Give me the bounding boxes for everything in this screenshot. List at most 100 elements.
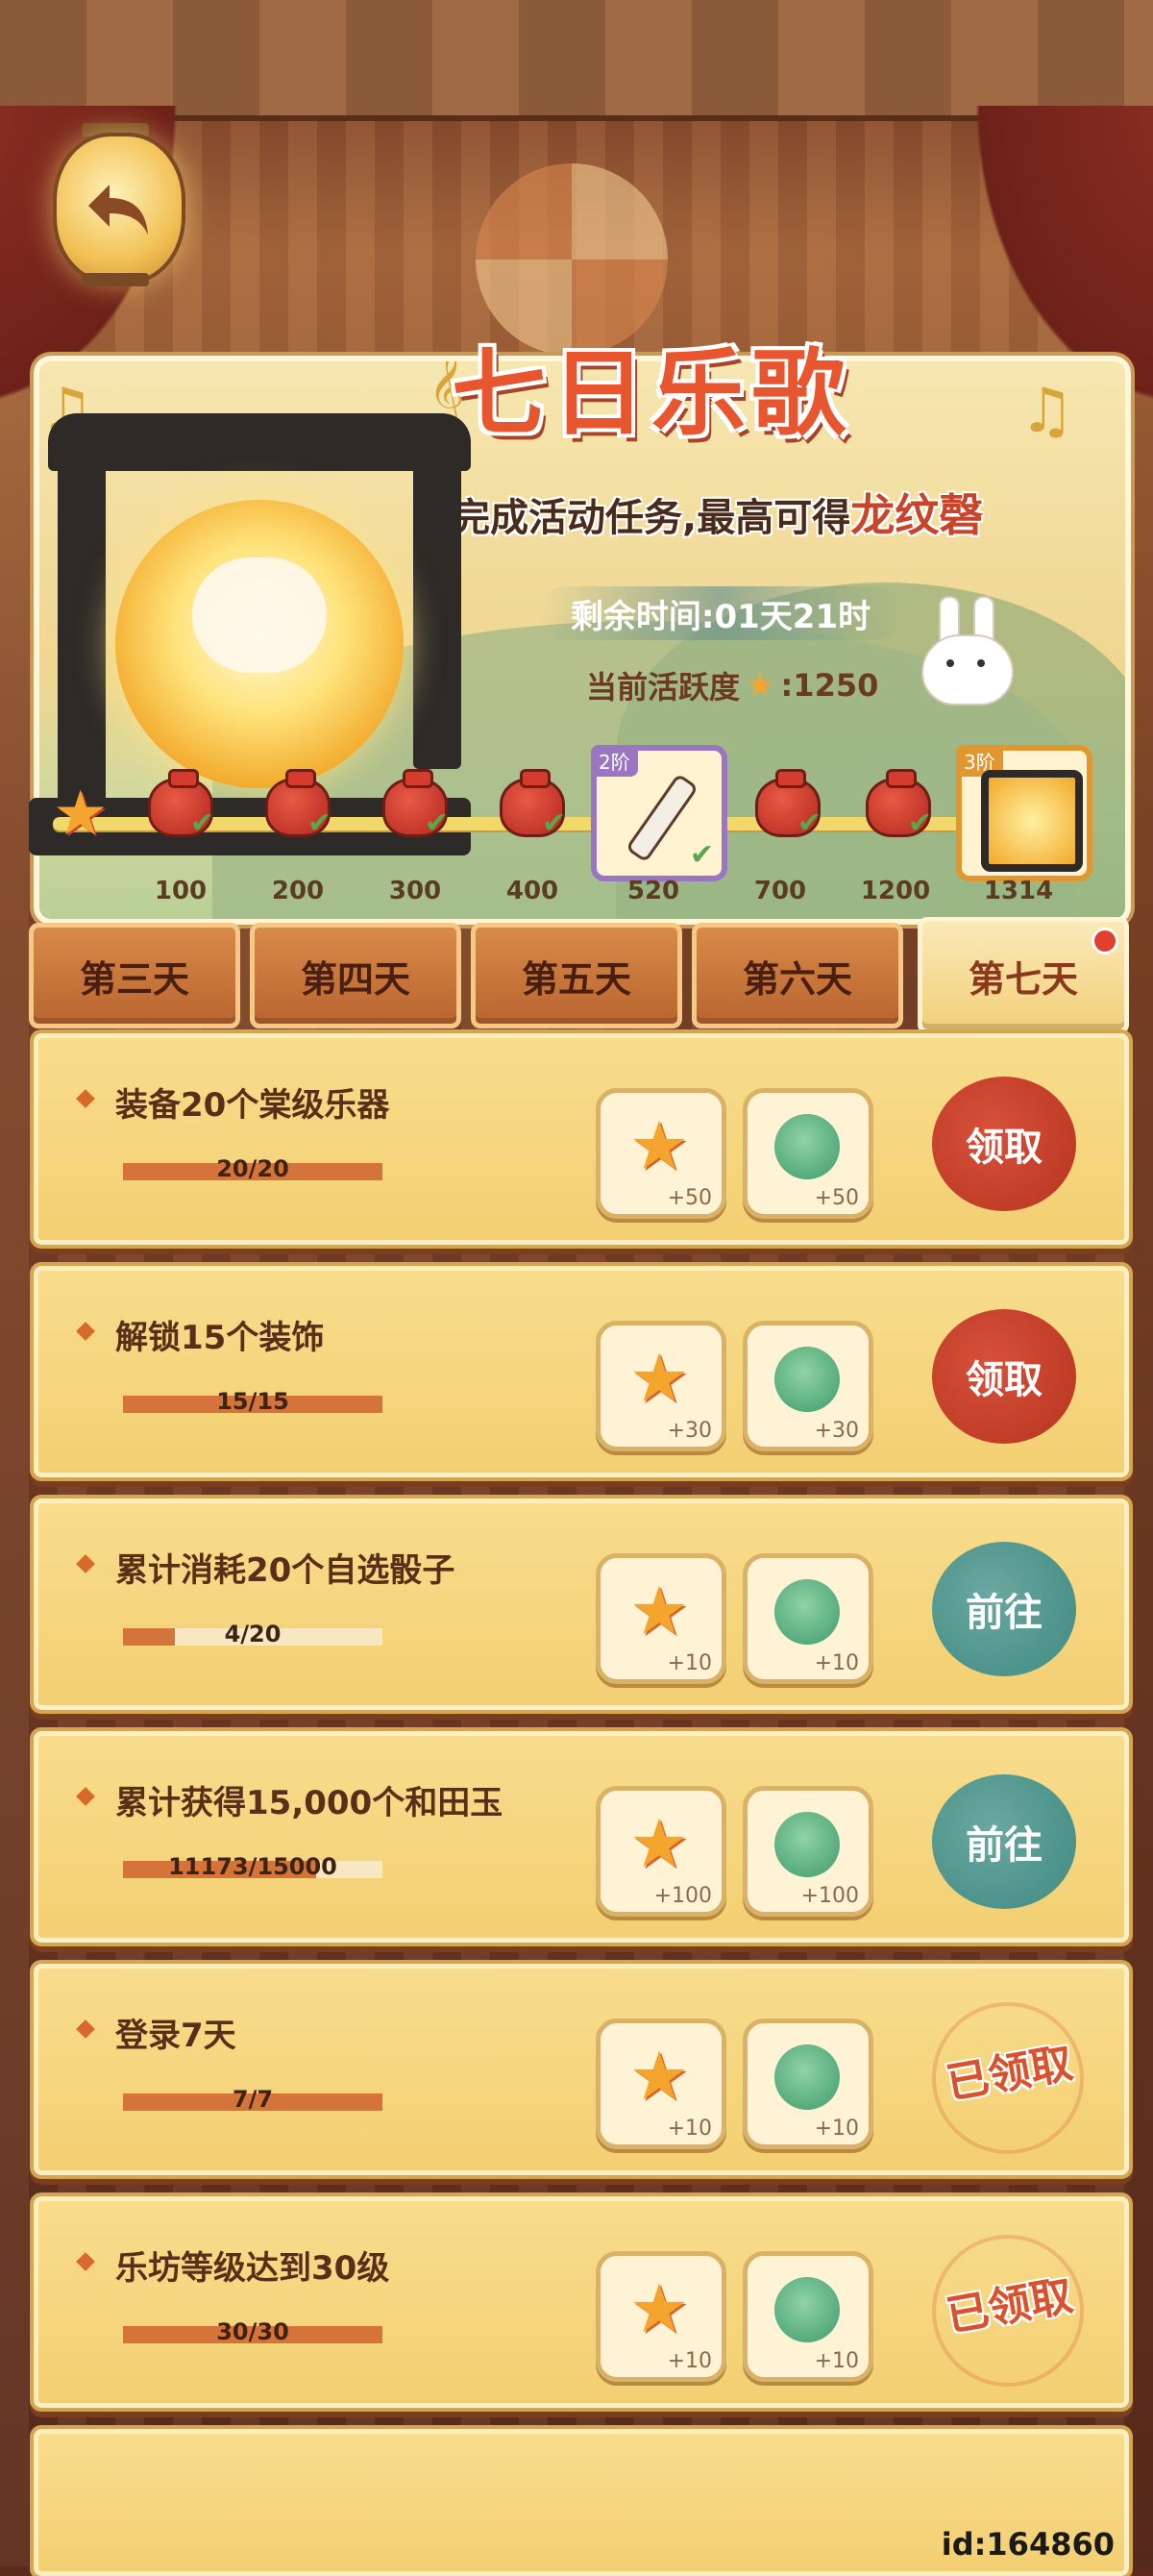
jade-icon xyxy=(774,2277,840,2342)
task-progress-text: 15/15 xyxy=(216,1388,289,1415)
jade-icon xyxy=(774,2044,840,2110)
reward-count: +10 xyxy=(814,2349,859,2373)
day-tabs: 第三天 第四天 第五天 第六天 第七天 xyxy=(29,917,1134,1034)
jade-icon xyxy=(774,1579,840,1645)
lucky-bag-icon: ✔ xyxy=(265,769,331,840)
milestone-reward-flute[interactable]: 2阶 ✔ xyxy=(591,745,727,881)
bullet-diamond-icon xyxy=(76,1322,95,1341)
activity-value: :1250 xyxy=(780,667,879,704)
reward-jade[interactable]: +100 xyxy=(743,1786,873,1917)
milestone-reward-gong[interactable]: 3阶 xyxy=(956,745,1092,881)
task-title: 登录7天 xyxy=(115,2017,236,2055)
claim-button[interactable]: 领取 xyxy=(932,1077,1076,1211)
task-card: 登录7天 7/7 ★ +10 +10 已领取 xyxy=(34,1964,1129,2175)
star-icon: ★ xyxy=(628,2037,690,2116)
gong-frame-top xyxy=(48,413,471,471)
reward-count: +100 xyxy=(653,1884,712,1908)
milestone-reward-bag[interactable]: ✔ xyxy=(860,769,937,846)
reward-count: +30 xyxy=(667,1419,712,1443)
task-title: 解锁15个装饰 xyxy=(115,1319,325,1357)
reward-jade[interactable]: +30 xyxy=(743,1321,873,1451)
tab-day-4[interactable]: 第四天 xyxy=(250,923,461,1028)
check-icon: ✔ xyxy=(541,806,566,840)
bullet-diamond-icon xyxy=(76,1554,95,1573)
reward-activity-star[interactable]: ★ +50 xyxy=(596,1088,726,1219)
grand-prize-name: 龙纹磬 xyxy=(850,489,984,541)
reward-jade[interactable]: +10 xyxy=(743,1553,873,1684)
task-card: 累计获得15,000个和田玉 11173/15000 ★ +100 +100 前… xyxy=(34,1731,1129,1943)
flute-icon xyxy=(625,773,699,863)
lantern-tassel xyxy=(82,273,149,286)
reward-count: +50 xyxy=(814,1186,859,1210)
milestone-reward-bag[interactable]: ✔ xyxy=(142,769,219,846)
lucky-bag-icon: ✔ xyxy=(500,769,566,840)
reward-count: +10 xyxy=(667,2349,712,2373)
start-star-icon: ★ xyxy=(53,779,109,850)
tab-day-3[interactable]: 第三天 xyxy=(29,923,240,1028)
tab-day-7[interactable]: 第七天 xyxy=(918,917,1129,1034)
milestone-reward-bag[interactable]: ✔ xyxy=(259,769,336,846)
check-icon: ✔ xyxy=(307,806,331,840)
check-icon: ✔ xyxy=(797,806,822,840)
reward-count: +10 xyxy=(814,2117,859,2141)
milestone-reward-bag[interactable]: ✔ xyxy=(377,769,454,846)
bullet-diamond-icon xyxy=(76,1787,95,1806)
task-card: 累计消耗20个自选骰子 4/20 ★ +10 +10 前往 xyxy=(34,1499,1129,1710)
top-curtain xyxy=(0,0,1153,121)
check-icon: ✔ xyxy=(907,806,932,840)
go-button[interactable]: 前往 xyxy=(932,1774,1076,1909)
reward-activity-star[interactable]: ★ +10 xyxy=(596,2019,726,2149)
tier-badge: 2阶 xyxy=(591,745,638,777)
reward-activity-star[interactable]: ★ +30 xyxy=(596,1321,726,1451)
task-progress-text: 11173/15000 xyxy=(168,1853,337,1880)
check-icon: ✔ xyxy=(189,806,214,840)
tab-day-6[interactable]: 第六天 xyxy=(692,923,903,1028)
lucky-bag-icon: ✔ xyxy=(382,769,449,840)
reward-count: +10 xyxy=(814,1651,859,1675)
reward-jade[interactable]: +10 xyxy=(743,2251,873,2382)
event-subtitle: 完成活动任务,最高可得龙纹磬 xyxy=(452,481,983,544)
bullet-diamond-icon xyxy=(76,1089,95,1108)
task-title: 装备20个棠级乐器 xyxy=(115,1086,390,1125)
milestone-label: 1200 xyxy=(860,877,931,905)
reward-activity-star[interactable]: ★ +10 xyxy=(596,2251,726,2382)
lucky-bag-icon: ✔ xyxy=(866,769,932,840)
gong-icon xyxy=(981,770,1083,872)
activity-score: 当前活跃度 ★ :1250 xyxy=(586,663,878,707)
rabbit-mascot xyxy=(918,596,1014,706)
event-title: 七日乐歌 xyxy=(452,339,852,449)
task-progress-text: 7/7 xyxy=(232,2086,274,2113)
milestone-label: 700 xyxy=(753,877,807,905)
task-title: 累计消耗20个自选骰子 xyxy=(115,1551,455,1590)
go-button[interactable]: 前往 xyxy=(932,1542,1076,1676)
task-title: 乐坊等级达到30级 xyxy=(115,2249,390,2288)
activity-label: 当前活跃度 xyxy=(586,669,741,706)
milestone-label: 200 xyxy=(271,877,325,905)
reward-activity-star[interactable]: ★ +10 xyxy=(596,1553,726,1684)
milestone-label: 300 xyxy=(388,877,442,905)
check-icon: ✔ xyxy=(689,838,714,872)
star-icon: ★ xyxy=(746,666,775,705)
reward-activity-star[interactable]: ★ +100 xyxy=(596,1786,726,1917)
reward-count: +100 xyxy=(800,1884,859,1908)
reward-count: +10 xyxy=(667,1651,712,1675)
milestone-label: 520 xyxy=(626,877,680,905)
lucky-bag-icon: ✔ xyxy=(755,769,822,840)
jade-icon xyxy=(774,1812,840,1877)
bullet-diamond-icon xyxy=(76,2252,95,2271)
gong-frame-post xyxy=(413,442,461,769)
reward-jade[interactable]: +50 xyxy=(743,1088,873,1219)
tab-day-5[interactable]: 第五天 xyxy=(471,923,682,1028)
back-button[interactable] xyxy=(53,133,185,285)
milestone-label: 1314 xyxy=(983,877,1054,905)
lucky-bag-icon: ✔ xyxy=(148,769,214,840)
remaining-time: 剩余时间:01天21时 xyxy=(538,586,903,640)
milestone-reward-bag[interactable]: ✔ xyxy=(494,769,571,846)
claim-button[interactable]: 领取 xyxy=(932,1309,1076,1444)
milestone-label: 100 xyxy=(154,877,208,905)
star-icon: ★ xyxy=(628,1572,690,1650)
milestone-reward-bag[interactable]: ✔ xyxy=(749,769,826,846)
reward-jade[interactable]: +10 xyxy=(743,2019,873,2149)
jade-icon xyxy=(774,1347,840,1412)
task-progress-text: 20/20 xyxy=(216,1155,289,1182)
